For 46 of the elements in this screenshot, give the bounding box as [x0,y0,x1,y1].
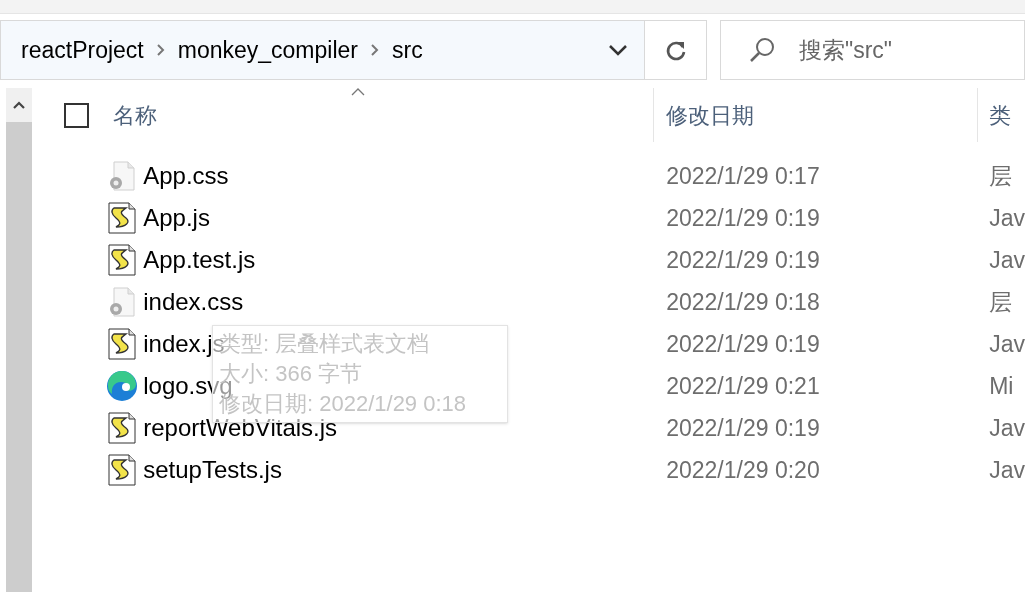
script-file-icon [108,412,137,444]
file-name: App.test.js [143,245,256,275]
chevron-down-icon [608,44,628,56]
column-header[interactable]: 类 [977,88,1025,142]
column-header[interactable]: 名称 [113,88,654,142]
modified-date: 2022/1/29 0:18 [666,287,821,317]
modified-date: 2022/1/29 0:21 [666,371,821,401]
modified-date: 2022/1/29 0:19 [666,413,821,443]
script-file-icon [108,202,137,234]
modified-date: 2022/1/29 0:17 [666,161,821,191]
file-type: Jav [989,329,1025,359]
file-name: reportWebVitals.js [143,414,338,443]
scroll-up-icon [12,100,27,110]
breadcrumb[interactable]: reactProject [21,32,144,68]
file-type: Jav [989,245,1025,275]
sort-ascending-icon [351,88,366,96]
file-type: Jav [989,413,1025,443]
address-bar[interactable]: reactProject monkey_compiler src [0,20,707,80]
modified-date: 2022/1/29 0:20 [666,455,821,485]
file-type: Jav [989,203,1025,233]
file-type: Jav [989,455,1025,485]
breadcrumb[interactable]: monkey_compiler [177,32,358,68]
file-name: setupTests.js [143,455,282,485]
script-file-icon [108,244,137,276]
file-type: 层 [989,287,1013,317]
chevron-right-icon [369,43,380,57]
scrollbar[interactable] [6,88,33,592]
column-header[interactable]: 修改日期 [653,88,978,142]
breadcrumb[interactable]: src [391,32,423,68]
search-field[interactable]: 搜索"src" [720,20,1025,80]
search-icon [748,36,776,64]
script-file-icon [108,454,137,486]
settings-file-icon [108,161,137,191]
select-all-checkbox[interactable] [64,102,90,128]
script-file-icon [108,328,137,360]
modified-date: 2022/1/29 0:19 [666,203,821,233]
file-name: App.css [143,161,229,191]
file-type: Mi [989,371,1014,401]
modified-date: 2022/1/29 0:19 [666,329,821,359]
chevron-right-icon [155,43,166,57]
file-name: App.js [143,203,210,233]
settings-file-icon [108,287,137,317]
swirl-icon [106,370,139,402]
file-name: index.css [143,287,244,317]
file-type: 层 [989,161,1013,191]
modified-date: 2022/1/29 0:19 [666,245,821,275]
